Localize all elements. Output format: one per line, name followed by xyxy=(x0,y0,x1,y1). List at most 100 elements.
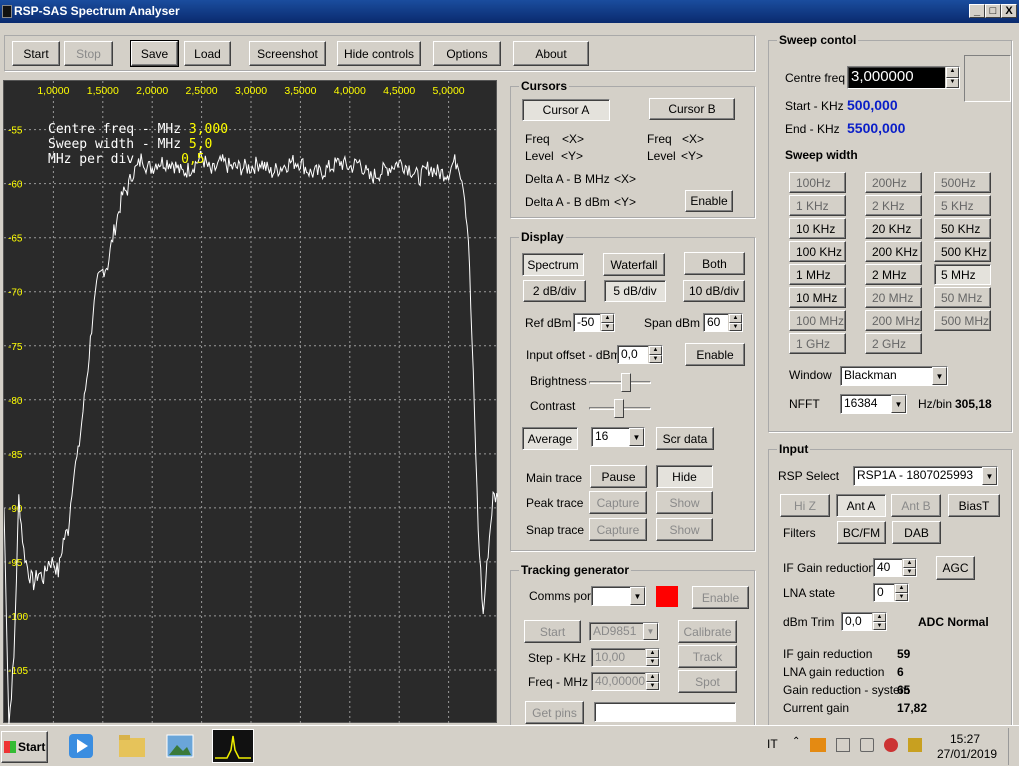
scr-data-button[interactable]: Scr data xyxy=(656,427,714,450)
agc-button[interactable]: AGC xyxy=(936,556,975,580)
device-select[interactable]: AD9851 ▼ xyxy=(589,622,659,641)
window-select[interactable]: Blackman ▼ xyxy=(840,366,948,386)
calibrate-button[interactable]: Calibrate xyxy=(678,620,737,643)
sweep-width-button[interactable]: 100Hz xyxy=(789,172,846,193)
stop-button[interactable]: Stop xyxy=(64,41,113,66)
sweep-width-button[interactable]: 500 KHz xyxy=(934,241,991,262)
spectrum-button[interactable]: Spectrum xyxy=(522,253,584,276)
centre-freq-input[interactable]: 3,000000 xyxy=(847,66,960,89)
peak-trace-capture-button[interactable]: Capture xyxy=(589,491,647,514)
start-menu-button[interactable]: Start xyxy=(1,731,48,763)
contrast-slider[interactable] xyxy=(589,398,651,420)
start-button[interactable]: Start xyxy=(12,41,60,66)
pins-input[interactable] xyxy=(594,702,736,722)
network-icon[interactable] xyxy=(884,738,898,752)
show-desktop-button[interactable] xyxy=(1008,728,1018,765)
ant-b-button[interactable]: Ant B xyxy=(891,494,941,517)
tracking-start-button[interactable]: Start xyxy=(524,620,581,643)
sweep-width-button[interactable]: 1 MHz xyxy=(789,264,846,285)
if-gain-spinner[interactable]: ▲ ▼ xyxy=(902,559,916,576)
sweep-width-button[interactable]: 100 KHz xyxy=(789,241,846,262)
chevron-up-icon[interactable]: ⌃ xyxy=(792,736,800,747)
sweep-width-button[interactable]: 200 MHz xyxy=(865,310,922,331)
tg-freq-spinner[interactable]: ▲ ▼ xyxy=(645,673,659,690)
screenshot-button[interactable]: Screenshot xyxy=(249,41,326,66)
lna-state-spinner[interactable]: ▲ ▼ xyxy=(894,584,908,601)
ref-dbm-spinner[interactable]: ▲ ▼ xyxy=(600,314,614,331)
10db-div-button[interactable]: 10 dB/div xyxy=(683,280,745,302)
language-indicator[interactable]: IT xyxy=(767,737,778,751)
sweep-width-button[interactable]: 1 KHz xyxy=(789,195,846,216)
file-explorer-icon[interactable] xyxy=(115,729,149,763)
sweep-width-button[interactable]: 20 MHz xyxy=(865,287,922,308)
rsp-select[interactable]: RSP1A - 1807025993 ▼ xyxy=(853,466,998,486)
average-button[interactable]: Average xyxy=(522,427,578,450)
dab-button[interactable]: DAB xyxy=(892,521,941,544)
sweep-width-button[interactable]: 2 MHz xyxy=(865,264,922,285)
action-center-icon[interactable] xyxy=(908,738,922,752)
average-select[interactable]: 16 ▼ xyxy=(591,427,645,447)
sweep-width-button[interactable]: 500Hz xyxy=(934,172,991,193)
both-button[interactable]: Both xyxy=(684,252,745,275)
chevron-down-icon[interactable]: ▼ xyxy=(891,395,906,413)
main-trace-pause-button[interactable]: Pause xyxy=(590,465,647,488)
main-trace-hide-button[interactable]: Hide xyxy=(656,465,713,488)
usb-icon[interactable] xyxy=(836,738,850,752)
chevron-down-icon[interactable]: ▼ xyxy=(643,623,658,640)
sweep-width-button[interactable]: 1 GHz xyxy=(789,333,846,354)
snap-trace-capture-button[interactable]: Capture xyxy=(589,518,647,541)
load-button[interactable]: Load xyxy=(184,41,231,66)
chevron-down-icon[interactable]: ▼ xyxy=(630,587,645,605)
2db-div-button[interactable]: 2 dB/div xyxy=(523,280,586,302)
sweep-width-button[interactable]: 50 KHz xyxy=(934,218,991,239)
sweep-width-button[interactable]: 5 KHz xyxy=(934,195,991,216)
sweep-width-button[interactable]: 2 KHz xyxy=(865,195,922,216)
peak-trace-show-button[interactable]: Show xyxy=(656,491,713,514)
biast-button[interactable]: BiasT xyxy=(948,494,1000,517)
sweep-width-button[interactable]: 20 KHz xyxy=(865,218,922,239)
sweep-width-button[interactable]: 500 MHz xyxy=(934,310,991,331)
chevron-down-icon[interactable]: ▼ xyxy=(932,367,947,385)
offset-enable-button[interactable]: Enable xyxy=(685,343,745,366)
spectrum-app-icon[interactable] xyxy=(212,729,254,763)
tray-app-icon[interactable] xyxy=(810,738,826,752)
cursor-enable-button[interactable]: Enable xyxy=(685,190,733,212)
spot-button[interactable]: Spot xyxy=(678,670,737,693)
spectrum-plot[interactable]: -55 -60 -65 -70 -75 -80 -85 -90 -95 -100 -105 1,000… xyxy=(3,80,499,726)
clock-time[interactable]: 15:27 xyxy=(950,732,980,746)
hiz-button[interactable]: Hi Z xyxy=(780,494,830,517)
maximize-button[interactable]: □ xyxy=(985,4,1001,18)
span-dbm-spinner[interactable]: ▲ ▼ xyxy=(728,314,742,331)
sweep-width-button[interactable]: 200Hz xyxy=(865,172,922,193)
brightness-thumb[interactable] xyxy=(621,373,631,392)
minimize-button[interactable]: _ xyxy=(969,4,985,18)
bcfm-button[interactable]: BC/FM xyxy=(837,521,886,544)
step-khz-spinner[interactable]: ▲ ▼ xyxy=(645,649,659,666)
dbm-trim-spinner[interactable]: ▲ ▼ xyxy=(872,613,886,630)
contrast-thumb[interactable] xyxy=(614,399,624,418)
sweep-width-button[interactable]: 50 MHz xyxy=(934,287,991,308)
input-offset-spinner[interactable]: ▲ ▼ xyxy=(648,346,662,363)
sweep-width-button[interactable]: 2 GHz xyxy=(865,333,922,354)
about-button[interactable]: About xyxy=(513,41,589,66)
sweep-width-button[interactable]: 10 KHz xyxy=(789,218,846,239)
5db-div-button[interactable]: 5 dB/div xyxy=(604,280,666,302)
snap-trace-show-button[interactable]: Show xyxy=(656,518,713,541)
save-button[interactable]: Save xyxy=(130,40,179,67)
sweep-width-button[interactable]: 100 MHz xyxy=(789,310,846,331)
ant-a-button[interactable]: Ant A xyxy=(836,494,886,517)
nfft-select[interactable]: 16384 ▼ xyxy=(840,394,907,414)
clock-date[interactable]: 27/01/2019 xyxy=(937,747,997,761)
sweep-width-button[interactable]: 5 MHz xyxy=(934,264,991,285)
centre-freq-spinner[interactable]: ▲ ▼ xyxy=(945,67,959,88)
brightness-slider[interactable] xyxy=(589,372,651,394)
hide-controls-button[interactable]: Hide controls xyxy=(337,41,421,66)
get-pins-button[interactable]: Get pins xyxy=(525,701,584,724)
photo-viewer-icon[interactable] xyxy=(163,729,197,763)
cursor-b-button[interactable]: Cursor B xyxy=(649,98,735,120)
waterfall-button[interactable]: Waterfall xyxy=(603,253,665,276)
media-player-icon[interactable] xyxy=(64,729,98,763)
options-button[interactable]: Options xyxy=(433,41,501,66)
cursor-a-button[interactable]: Cursor A xyxy=(522,99,610,121)
close-button[interactable]: X xyxy=(1001,4,1017,18)
